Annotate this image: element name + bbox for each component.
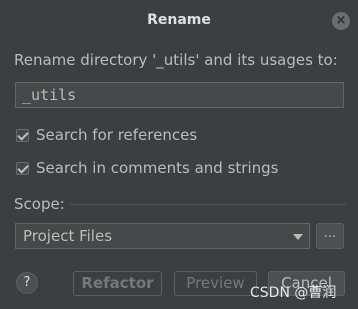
scope-more-button[interactable]: ... [316, 223, 344, 249]
search-references-checkbox[interactable] [16, 128, 29, 142]
chevron-down-icon [293, 234, 303, 240]
rename-dialog: Rename × Rename directory '_utils' and i… [0, 0, 358, 309]
scope-label: Scope: [14, 195, 65, 213]
preview-button[interactable]: Preview [174, 271, 257, 296]
search-references-label: Search for references [36, 126, 198, 144]
watermark: CSDN @曹润 [250, 285, 337, 301]
new-name-input[interactable] [15, 82, 344, 108]
refactor-button[interactable]: Refactor [73, 271, 162, 296]
search-references-option[interactable]: Search for references [16, 126, 197, 144]
search-comments-checkbox[interactable] [16, 161, 29, 175]
dialog-title: Rename [147, 12, 211, 28]
scope-select[interactable]: Project Files [15, 223, 310, 249]
help-button[interactable]: ? [16, 272, 38, 294]
rename-prompt: Rename directory '_utils' and its usages… [14, 51, 338, 69]
close-icon[interactable]: × [332, 12, 350, 30]
scope-selected-value: Project Files [23, 227, 113, 245]
search-comments-option[interactable]: Search in comments and strings [16, 159, 278, 177]
title-bar: Rename × [0, 0, 358, 40]
search-comments-label: Search in comments and strings [36, 159, 279, 177]
scope-separator [70, 204, 346, 205]
